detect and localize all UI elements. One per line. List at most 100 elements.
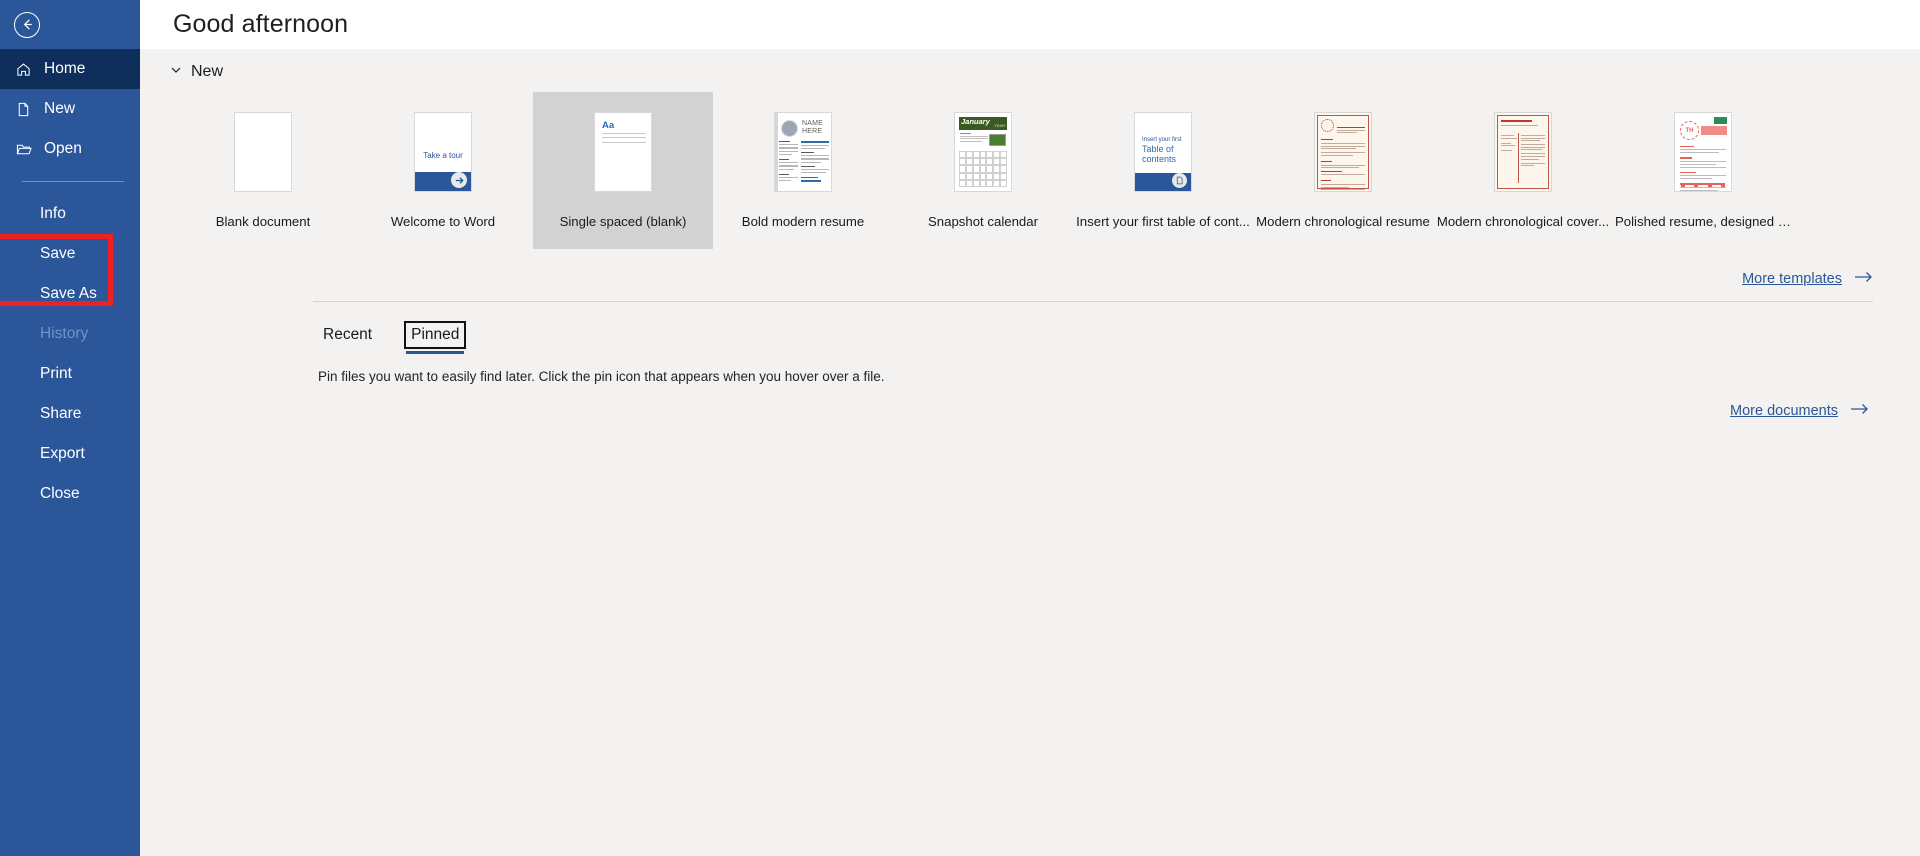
template-polished-resume[interactable]: TH Polished resume, designed b... bbox=[1613, 92, 1793, 249]
thumbnail-text-2: Table of contents bbox=[1142, 144, 1177, 164]
template-thumbnail bbox=[1314, 112, 1372, 192]
folder-icon bbox=[14, 142, 33, 157]
word-backstage-screen: Home New Open Info Save Save As History bbox=[0, 0, 1920, 856]
sidebar-item-label: Open bbox=[44, 140, 82, 157]
sidebar-item-label: Home bbox=[44, 60, 86, 77]
thumbnail-sidebar bbox=[775, 113, 778, 191]
backstage-main: Good afternoon New Blank document Take a… bbox=[140, 0, 1920, 856]
arrow-right-icon bbox=[1855, 271, 1873, 287]
more-templates-link[interactable]: More templates bbox=[1742, 271, 1873, 287]
arrow-right-icon bbox=[451, 172, 467, 188]
template-label: Blank document bbox=[215, 214, 311, 229]
sidebar-item-label: Close bbox=[40, 485, 80, 502]
thumbnail-lines bbox=[779, 141, 798, 183]
more-documents-row: More documents bbox=[140, 403, 1920, 419]
template-thumbnail: January YEAR bbox=[954, 112, 1012, 192]
template-snapshot-calendar[interactable]: January YEAR Snapshot calendar bbox=[893, 92, 1073, 249]
template-label: Bold modern resume bbox=[741, 214, 865, 229]
sidebar-item-label: Save As bbox=[40, 285, 97, 302]
thumbnail-lines bbox=[1337, 127, 1365, 135]
thumbnail-text-year: YEAR bbox=[994, 123, 1005, 128]
sidebar-item-info[interactable]: Info bbox=[0, 194, 140, 234]
tab-recent[interactable]: Recent bbox=[318, 323, 377, 347]
more-templates-row: More templates bbox=[140, 271, 1920, 287]
tab-pinned[interactable]: Pinned bbox=[404, 321, 467, 354]
sidebar-item-label: Info bbox=[40, 205, 66, 222]
thumbnail-text: Aa bbox=[602, 120, 615, 131]
template-bold-modern-resume[interactable]: NAME HERE Bold modern resume bbox=[713, 92, 893, 249]
sidebar-item-share[interactable]: Share bbox=[0, 394, 140, 434]
template-thumbnail: TH bbox=[1674, 112, 1732, 192]
sidebar-item-new[interactable]: New bbox=[0, 89, 140, 129]
template-welcome-to-word[interactable]: Take a tour Welcome to Word bbox=[353, 92, 533, 249]
template-thumbnail: Take a tour bbox=[414, 112, 472, 192]
thumbnail-lines-left bbox=[1501, 135, 1517, 153]
back-arrow-icon bbox=[14, 11, 40, 38]
thumbnail-image bbox=[989, 134, 1006, 146]
page-icon bbox=[14, 102, 33, 117]
thumbnail-lines bbox=[1321, 139, 1365, 191]
page-title: Good afternoon bbox=[173, 10, 349, 38]
sidebar-item-close[interactable]: Close bbox=[0, 474, 140, 514]
more-templates-label: More templates bbox=[1742, 271, 1842, 287]
template-gallery: Blank document Take a tour Welcome to Wo… bbox=[140, 92, 1920, 249]
template-modern-chronological-cover-letter[interactable]: Modern chronological cover... bbox=[1433, 92, 1613, 249]
sidebar-item-history: History bbox=[0, 314, 140, 354]
more-documents-label: More documents bbox=[1730, 403, 1838, 419]
sidebar-item-label: Save bbox=[40, 245, 76, 262]
thumbnail-rule bbox=[602, 137, 646, 138]
thumbnail-lines-right bbox=[1521, 135, 1545, 168]
monogram-icon: TH bbox=[1680, 121, 1699, 140]
sidebar-item-export[interactable]: Export bbox=[0, 434, 140, 474]
template-label: Welcome to Word bbox=[390, 214, 496, 229]
sidebar-item-save-as[interactable]: Save As bbox=[0, 274, 140, 314]
template-label: Snapshot calendar bbox=[928, 214, 1038, 229]
sidebar-divider bbox=[22, 181, 124, 182]
new-section-header[interactable]: New bbox=[140, 49, 1920, 81]
sidebar-item-home[interactable]: Home bbox=[0, 49, 140, 89]
template-insert-first-table-of-contents[interactable]: Insert your first Table of contents Inse… bbox=[1073, 92, 1253, 249]
documents-tablist: Recent Pinned bbox=[140, 321, 1920, 354]
thumbnail-text bbox=[1337, 120, 1338, 126]
sidebar-item-print[interactable]: Print bbox=[0, 354, 140, 394]
template-thumbnail bbox=[1494, 112, 1552, 192]
sidebar-item-label: New bbox=[44, 100, 76, 117]
home-icon bbox=[14, 62, 33, 77]
sidebar-item-open[interactable]: Open bbox=[0, 129, 140, 169]
thumbnail-lines bbox=[1501, 120, 1545, 128]
document-icon bbox=[1172, 173, 1187, 188]
thumbnail-text: Insert your first bbox=[1142, 137, 1182, 143]
thumbnail-text: January bbox=[961, 117, 990, 126]
sidebar-item-label: History bbox=[40, 325, 89, 342]
calendar-grid bbox=[959, 151, 1007, 187]
template-modern-chronological-resume[interactable]: Modern chronological resume bbox=[1253, 92, 1433, 249]
arrow-right-icon bbox=[1851, 403, 1869, 419]
sidebar-item-label: Export bbox=[40, 445, 85, 462]
template-thumbnail: NAME HERE bbox=[774, 112, 832, 192]
thumbnail-lines bbox=[801, 141, 829, 184]
template-thumbnail: Insert your first Table of contents bbox=[1134, 112, 1192, 192]
template-thumbnail bbox=[234, 112, 292, 192]
backstage-sidebar: Home New Open Info Save Save As History bbox=[0, 0, 140, 856]
sidebar-item-label: Print bbox=[40, 365, 72, 382]
template-label: Insert your first table of cont... bbox=[1076, 214, 1250, 229]
template-thumbnail: Aa bbox=[594, 112, 652, 192]
back-button[interactable] bbox=[0, 0, 140, 49]
chevron-down-icon[interactable] bbox=[170, 63, 182, 81]
tab-label: Recent bbox=[323, 326, 373, 343]
tab-selected-indicator bbox=[406, 351, 465, 354]
tab-label: Pinned bbox=[411, 326, 460, 343]
thumbnail-rule bbox=[602, 133, 646, 134]
template-label: Polished resume, designed b... bbox=[1615, 214, 1791, 229]
sidebar-item-save[interactable]: Save bbox=[0, 234, 140, 274]
more-documents-link[interactable]: More documents bbox=[1730, 403, 1869, 419]
template-label: Single spaced (blank) bbox=[559, 214, 687, 229]
template-blank-document[interactable]: Blank document bbox=[173, 92, 353, 249]
section-divider bbox=[313, 301, 1873, 302]
greeting-bar: Good afternoon bbox=[140, 0, 1920, 49]
avatar bbox=[781, 120, 798, 137]
thumbnail-text: NAME HERE bbox=[802, 120, 824, 135]
template-label: Modern chronological cover... bbox=[1436, 214, 1610, 229]
thumbnail-vertical-rule bbox=[1518, 133, 1519, 183]
template-single-spaced-blank[interactable]: Aa Single spaced (blank) bbox=[533, 92, 713, 249]
